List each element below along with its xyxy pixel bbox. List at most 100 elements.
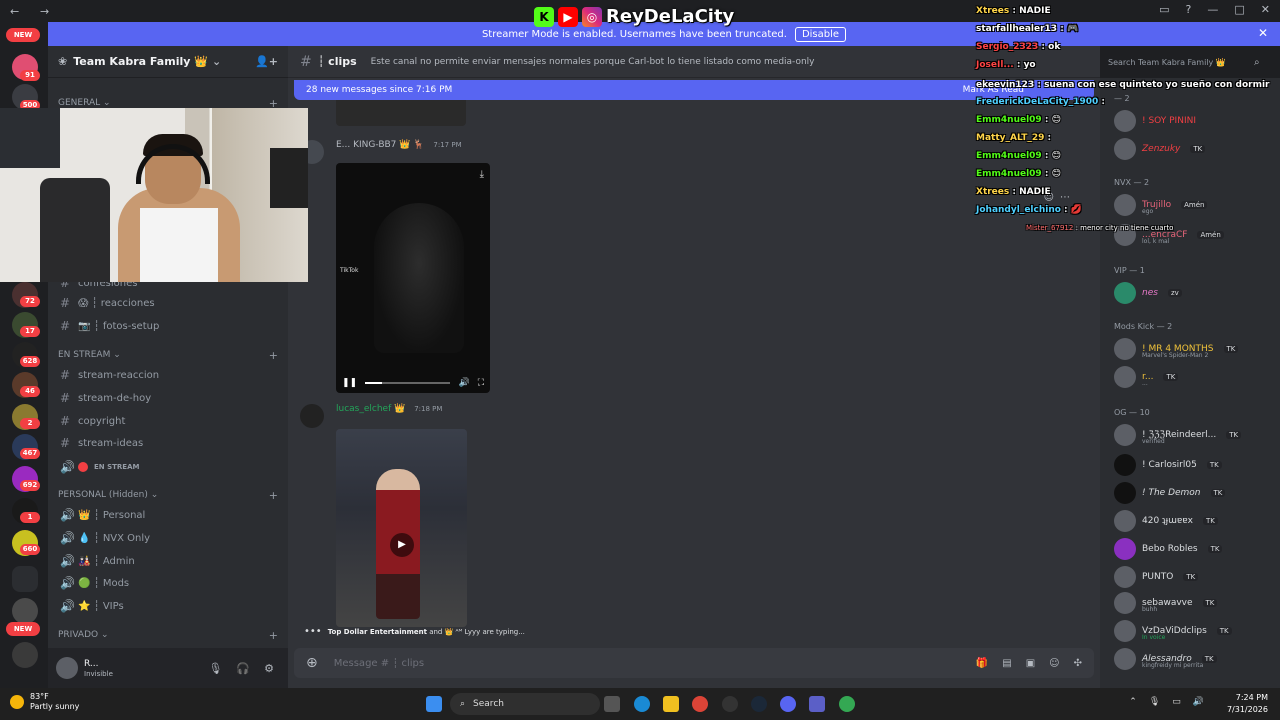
role-tag: TK [1202,599,1218,607]
teams-icon[interactable] [809,696,825,712]
play-icon[interactable]: ▶ [390,533,414,557]
file-explorer-icon[interactable] [663,696,679,712]
disable-button[interactable]: Disable [794,26,847,42]
new-messages-bar[interactable]: 28 new messages since 7:16 PM Mark As Re… [294,80,1094,100]
member-item[interactable]: ! Carlosirl05 TK [1114,454,1222,476]
author-name[interactable]: E... KING-BB7 👑 🦌 [336,140,425,150]
task-view-icon[interactable] [604,696,620,712]
server-icon[interactable] [12,598,38,624]
volume-icon[interactable]: 🔊 [458,378,469,388]
sticker-icon[interactable]: ▣ [1026,658,1035,669]
message-input[interactable] [333,657,834,669]
channel-item[interactable]: # 📷 ┆ fotos-setup [60,319,270,333]
more-icon[interactable]: ⋯ [1060,192,1070,203]
voice-channel[interactable]: 🔊 🎎 ┆ Admin [60,554,270,568]
gif-icon[interactable]: ▤ [1002,658,1011,669]
inbox-icon[interactable]: ▭ [1159,3,1169,16]
member-item[interactable]: ! The Demon TK [1114,482,1226,504]
windows-taskbar: 83°F Partly sunny ⌕ Search ⌃ 🎙 ▭ 🔊 7:24 … [0,688,1280,720]
fullscreen-icon[interactable]: ⛶ [478,378,484,388]
media-thumbnail[interactable] [336,100,466,126]
member-item[interactable]: ! MR 4 MONTHS TK Marvel's Spider-Man 2 [1114,338,1239,360]
search-input[interactable] [1108,52,1248,72]
browser-icon[interactable] [839,696,855,712]
avatar[interactable] [56,657,78,679]
member-item[interactable]: Zenzuky TK [1114,138,1206,160]
pause-icon[interactable]: ❚❚ [342,378,357,388]
app-icon[interactable] [722,696,738,712]
member-item[interactable]: ! SOY PININI [1114,110,1196,132]
download-icon[interactable]: ⤓ [480,169,484,180]
maximize-button[interactable]: □ [1234,3,1244,16]
gear-icon[interactable]: ⚙ [264,662,274,675]
member-item[interactable]: r... TK... [1114,366,1179,388]
member-item[interactable]: ! ℨℨℨReindeerl... TK verified [1114,424,1242,446]
video-player[interactable]: ⤓ TikTok ❚❚ 🔊 ⛶ [336,163,490,393]
microphone-icon[interactable]: 🎙 [1149,697,1160,707]
chat-message: yo [1023,60,1036,70]
taskbar-search[interactable]: ⌕ Search [450,693,600,715]
edge-icon[interactable] [634,696,650,712]
speaker-icon: 🔊 [60,460,75,474]
minimize-button[interactable]: — [1207,3,1218,16]
chrome-icon[interactable] [692,696,708,712]
category-privado[interactable]: PRIVADO ⌄ + [58,629,278,642]
voice-channel[interactable]: 🔊 EN STREAM [60,460,270,474]
category-label: EN STREAM [58,350,111,360]
microphone-icon[interactable]: 🎙 [208,662,222,675]
weather-text: Partly sunny [30,702,80,711]
seek-bar[interactable] [365,382,451,384]
new-pill[interactable]: NEW [6,622,40,636]
channel-item[interactable]: # copyright [60,414,270,428]
new-pill[interactable]: NEW [6,28,40,42]
voice-channel[interactable]: 🔊 🟢 ┆ Mods [60,576,270,590]
member-item[interactable]: sebawavve TK buhh [1114,592,1218,614]
search-icon[interactable]: ⌕ [1254,57,1260,68]
start-icon[interactable] [426,696,442,712]
clock[interactable]: 7:24 PM 7/31/2026 [1227,692,1268,716]
close-icon[interactable]: ✕ [1258,26,1268,40]
network-icon[interactable]: ▭ [1172,697,1181,707]
member-item[interactable]: Bebo Robles TK [1114,538,1223,560]
headphones-icon[interactable]: 🎧 [236,662,250,675]
folder-icon[interactable] [12,566,38,592]
channel-item[interactable]: # stream-de-hoy [60,391,270,405]
add-channel-icon[interactable]: + [269,629,278,642]
voice-channel[interactable]: 🔊 ⭐ ┆ VIPs [60,599,270,613]
volume-icon[interactable]: 🔊 [1193,697,1204,707]
close-window-button[interactable]: ✕ [1261,3,1270,16]
member-item[interactable]: nes zv [1114,282,1182,304]
invite-icon[interactable]: 👤+ [255,55,278,68]
category-personal[interactable]: PERSONAL (Hidden) ⌄ + [58,489,278,502]
member-item[interactable]: VzDaViDdclips TK In voice [1114,620,1232,642]
category-general[interactable]: GENERAL ⌄ + [58,97,278,110]
chevron-up-icon[interactable]: ⌃ [1129,697,1137,707]
steam-icon[interactable] [751,696,767,712]
voice-channel[interactable]: 🔊 👑 ┆ Personal [60,508,270,522]
member-item[interactable]: 420 ʇɟɯɐɐx TK [1114,510,1218,532]
apps-icon[interactable]: ✣ [1074,658,1082,669]
channel-item[interactable]: # 😱 ┆ reacciones [60,296,270,310]
channel-item[interactable]: # stream-ideas [60,436,270,450]
server-icon[interactable] [12,642,38,668]
forward-arrow-icon[interactable]: → [40,5,60,18]
channel-item[interactable]: # stream-reaccion [60,368,270,382]
attach-icon[interactable]: ⊕ [306,655,318,671]
voice-channel[interactable]: 🔊 💧 ┆ NVX Only [60,531,270,545]
category-en-stream[interactable]: EN STREAM ⌄ + [58,349,278,362]
member-item[interactable]: Trujillo Amén ego [1114,194,1208,216]
emoji-icon[interactable]: ☺ [1049,658,1059,669]
server-header[interactable]: ❀ Team Kabra Family 👑 ⌄ 👤+ [48,46,288,78]
member-item[interactable]: PUNTO TK [1114,566,1199,588]
discord-icon[interactable] [780,696,796,712]
member-item[interactable]: Alessandro TK kingfreidy mi perrita [1114,648,1217,670]
video-thumbnail[interactable]: ▶ [336,429,467,627]
author-name[interactable]: lucas_elchef 👑 [336,404,405,414]
back-arrow-icon[interactable]: ← [10,5,30,18]
add-channel-icon[interactable]: + [269,349,278,362]
weather-widget[interactable]: 83°F Partly sunny [10,692,79,712]
gift-icon[interactable]: 🎁 [976,658,988,669]
add-channel-icon[interactable]: + [269,489,278,502]
avatar[interactable] [300,404,324,428]
help-icon[interactable]: ? [1186,3,1192,16]
